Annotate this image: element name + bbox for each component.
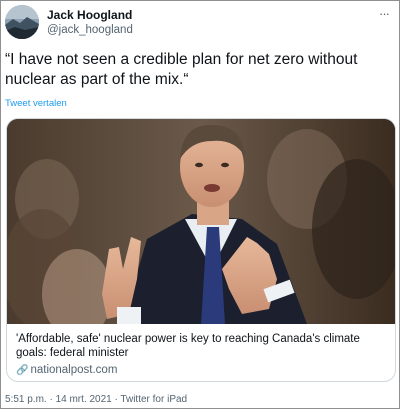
link-icon: 🔗 <box>16 365 29 376</box>
author-names: Jack Hoogland @jack_hoogland <box>47 8 133 37</box>
card-title[interactable]: 'Affordable, safe' nuclear power is key … <box>16 332 388 360</box>
link-preview-card[interactable]: 'Affordable, safe' nuclear power is key … <box>6 118 396 382</box>
avatar[interactable] <box>5 5 39 39</box>
tweet-timestamp[interactable]: 5:51 p.m. · 14 mrt. 2021 · Twitter for i… <box>5 394 187 406</box>
tweet-text: “I have not seen a credible plan for net… <box>5 51 358 88</box>
card-domain[interactable]: 🔗 nationalpost.com <box>16 363 117 378</box>
card-image[interactable] <box>7 119 395 324</box>
tweet-header: Jack Hoogland @jack_hoogland ··· <box>5 5 395 41</box>
photo-man-speaking-icon <box>7 119 395 324</box>
avatar-landscape-icon <box>5 5 39 39</box>
card-domain-text: nationalpost.com <box>30 364 118 376</box>
author-handle[interactable]: @jack_hoogland <box>47 23 133 37</box>
author-display-name[interactable]: Jack Hoogland <box>47 8 133 23</box>
translate-tweet-link[interactable]: Tweet vertalen <box>5 98 67 110</box>
more-horizontal-icon[interactable]: ··· <box>377 7 391 21</box>
tweet-container: Jack Hoogland @jack_hoogland ··· “I have… <box>0 0 400 409</box>
